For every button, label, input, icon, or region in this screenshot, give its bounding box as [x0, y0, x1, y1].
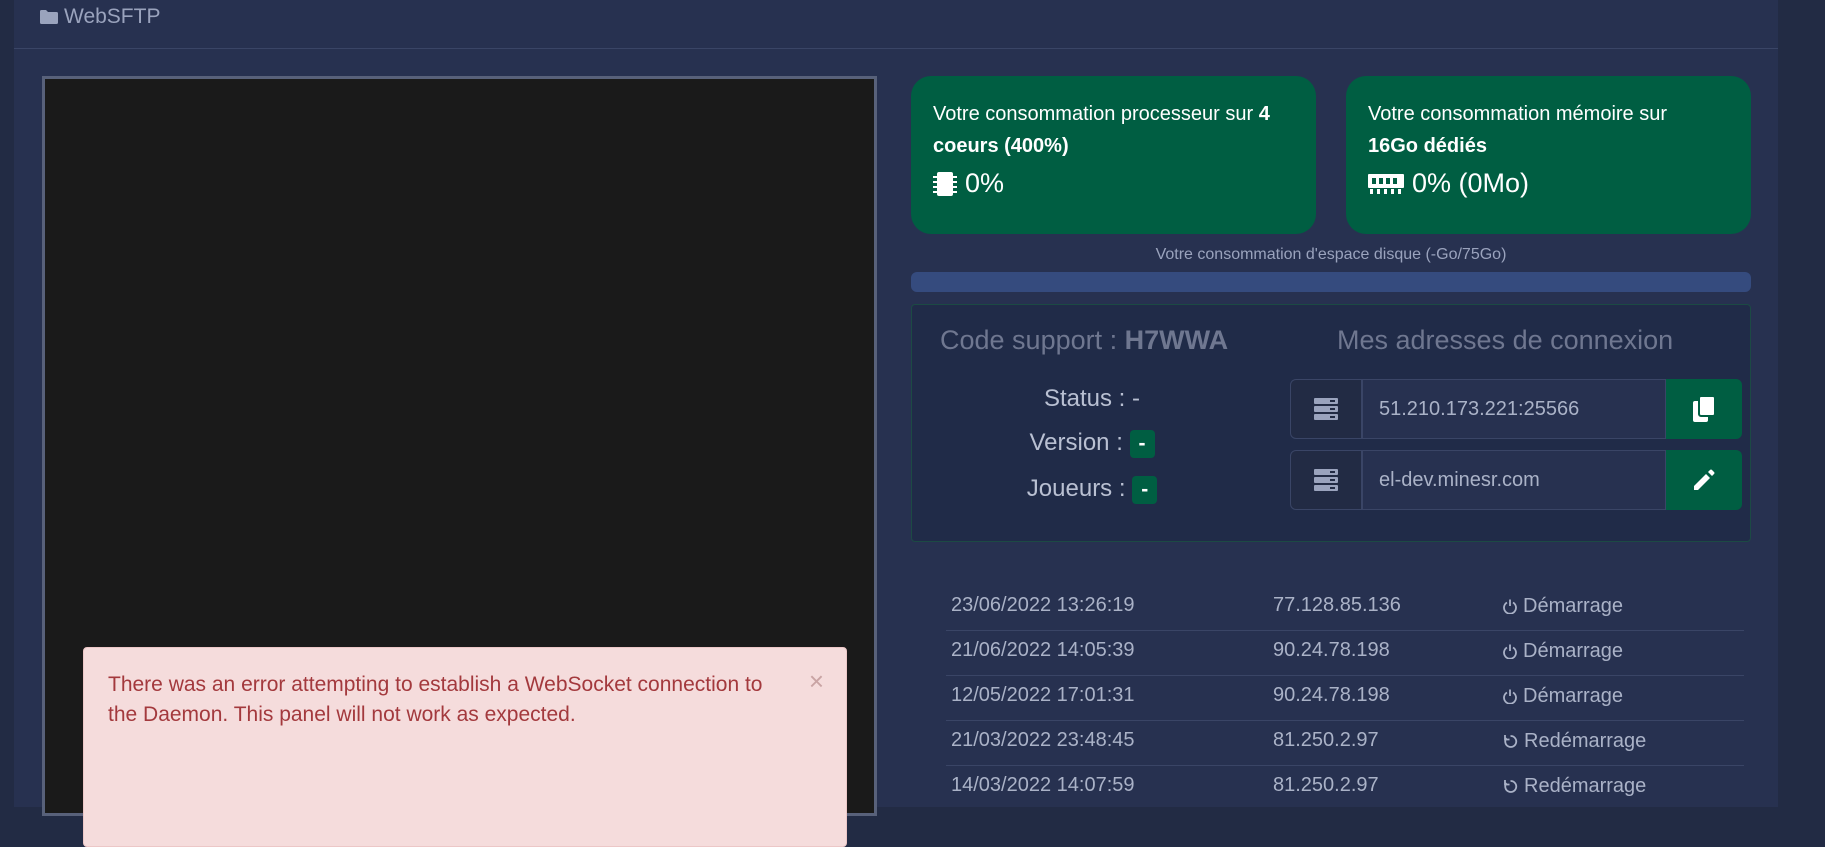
- ip-address-group: 51.210.173.221:25566: [1290, 379, 1742, 439]
- log-action: Redémarrage: [1503, 730, 1646, 753]
- table-row: 21/06/2022 14:05:39 90.24.78.198 Démarra…: [946, 631, 1744, 676]
- ip-address-field[interactable]: 51.210.173.221:25566: [1362, 379, 1666, 439]
- players-row: Joueurs : -: [912, 475, 1272, 504]
- power-icon: [1503, 644, 1517, 659]
- memory-usage-card: Votre consommation mémoire sur 16Go dédi…: [1346, 76, 1751, 234]
- log-action: Redémarrage: [1503, 775, 1646, 798]
- cpu-usage-card: Votre consommation processeur sur 4 coeu…: [911, 76, 1316, 234]
- server-panel: WebSFTP There was an error attempting to…: [14, 0, 1778, 847]
- close-icon[interactable]: ×: [809, 666, 824, 696]
- log-date: 21/03/2022 23:48:45: [951, 729, 1135, 751]
- edit-address-button[interactable]: [1666, 450, 1742, 510]
- restart-icon: [1504, 780, 1518, 793]
- memory-icon: [1368, 173, 1404, 194]
- table-row: 12/05/2022 17:01:31 90.24.78.198 Démarra…: [946, 676, 1744, 721]
- pencil-icon: [1694, 469, 1715, 490]
- server-icon: [1290, 450, 1362, 510]
- alert-message: There was an error attempting to establi…: [108, 673, 763, 726]
- version-row: Version : -: [912, 429, 1272, 458]
- log-ip: 90.24.78.198: [1273, 684, 1390, 706]
- log-date: 14/03/2022 14:07:59: [951, 774, 1135, 796]
- version-badge: -: [1129, 430, 1155, 458]
- server-info-box: Code support : H7WWA Mes adresses de con…: [911, 304, 1751, 542]
- disk-usage-label: Votre consommation d'espace disque (-Go/…: [1155, 246, 1507, 263]
- cpu-chip-icon: [933, 171, 957, 196]
- power-icon: [1503, 599, 1517, 614]
- domain-address-field[interactable]: el-dev.minesr.com: [1362, 450, 1666, 510]
- cpu-usage-value: 0%: [965, 168, 1005, 198]
- table-row: 23/06/2022 13:26:19 77.128.85.136 Démarr…: [946, 586, 1744, 631]
- support-code: Code support : H7WWA: [940, 325, 1229, 355]
- log-ip: 81.250.2.97: [1273, 774, 1379, 796]
- websftp-link[interactable]: WebSFTP: [64, 5, 160, 29]
- domain-address-group: el-dev.minesr.com: [1290, 450, 1742, 510]
- log-ip: 81.250.2.97: [1273, 729, 1379, 751]
- log-ip: 90.24.78.198: [1273, 639, 1390, 661]
- table-row: 14/03/2022 14:07:59 81.250.2.97 Redémarr…: [946, 766, 1744, 810]
- server-icon: [1290, 379, 1362, 439]
- websocket-error-alert: There was an error attempting to establi…: [83, 647, 847, 847]
- copy-icon: [1693, 396, 1715, 422]
- connection-addresses-title: Mes adresses de connexion: [1337, 325, 1674, 355]
- memory-usage-value: 0% (0Mo): [1412, 168, 1530, 198]
- top-bar: WebSFTP: [14, 0, 1778, 49]
- memory-usage-value-row: 0% (0Mo): [1368, 168, 1729, 199]
- activity-log: 23/06/2022 13:26:19 77.128.85.136 Démarr…: [946, 586, 1744, 810]
- restart-icon: [1504, 735, 1518, 748]
- copy-address-button[interactable]: [1666, 379, 1742, 439]
- log-date: 12/05/2022 17:01:31: [951, 684, 1135, 706]
- log-action: Démarrage: [1503, 685, 1623, 708]
- power-icon: [1503, 689, 1517, 704]
- log-action: Démarrage: [1503, 595, 1623, 618]
- log-action: Démarrage: [1503, 640, 1623, 663]
- cpu-usage-text: Votre consommation processeur sur 4 coeu…: [933, 103, 1270, 157]
- folder-icon: [40, 10, 58, 24]
- log-date: 21/06/2022 14:05:39: [951, 639, 1135, 661]
- page-scroll-area[interactable]: [1778, 0, 1825, 807]
- table-row: 21/03/2022 23:48:45 81.250.2.97 Redémarr…: [946, 721, 1744, 766]
- cpu-usage-value-row: 0%: [933, 168, 1294, 199]
- memory-usage-text: Votre consommation mémoire sur 16Go dédi…: [1368, 103, 1668, 157]
- status-text: Status : -: [1043, 385, 1141, 412]
- log-date: 23/06/2022 13:26:19: [951, 594, 1135, 616]
- log-ip: 77.128.85.136: [1273, 594, 1401, 616]
- disk-usage-progress: [911, 272, 1751, 292]
- players-badge: -: [1132, 476, 1158, 504]
